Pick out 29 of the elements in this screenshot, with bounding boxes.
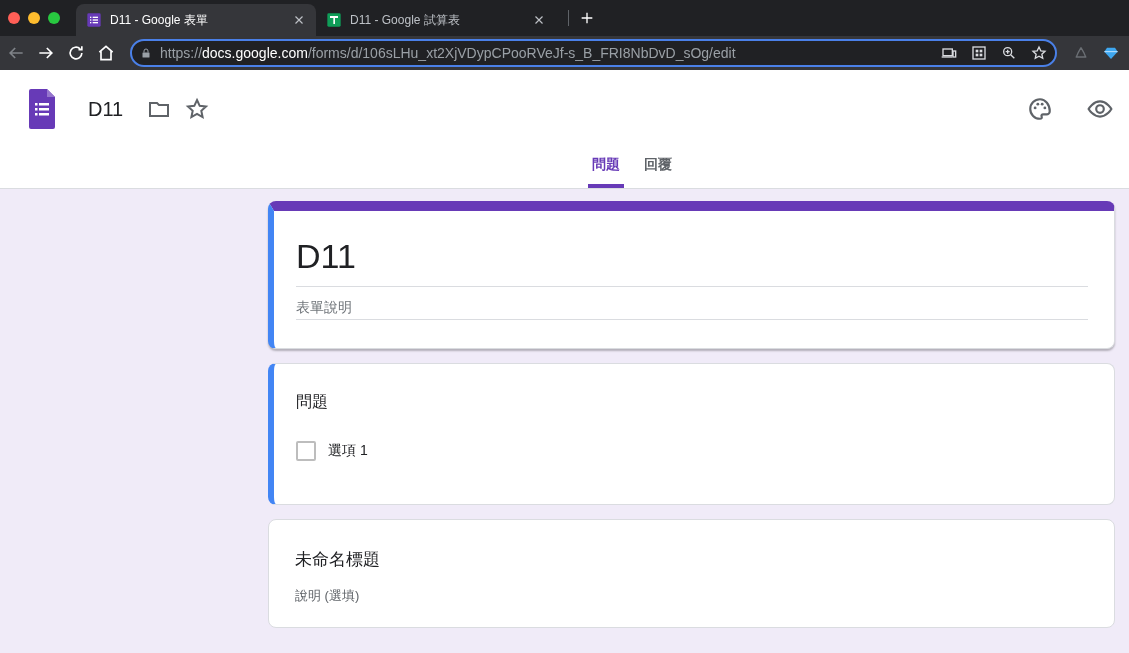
question-card[interactable]: 問題 選項 1: [268, 363, 1115, 505]
browser-tab[interactable]: D11 - Google 試算表: [316, 4, 556, 36]
question-title[interactable]: 問題: [296, 392, 1088, 413]
forms-icon: [86, 12, 102, 28]
bookmark-star-icon[interactable]: [1031, 45, 1047, 61]
section-description[interactable]: 說明 (選填): [295, 587, 1088, 605]
document-title[interactable]: D11: [88, 97, 124, 121]
section-title[interactable]: 未命名標題: [295, 548, 1088, 571]
home-icon[interactable]: [96, 43, 116, 63]
cast-icon[interactable]: [941, 45, 957, 61]
reload-icon[interactable]: [66, 43, 86, 63]
new-tab-icon[interactable]: [579, 10, 595, 26]
lock-icon: [140, 47, 152, 59]
zoom-icon[interactable]: [1001, 45, 1017, 61]
maximize-window-button[interactable]: [48, 12, 60, 24]
option-label[interactable]: 選項 1: [328, 442, 368, 460]
gem-icon[interactable]: [1103, 45, 1119, 61]
minimize-window-button[interactable]: [28, 12, 40, 24]
close-window-button[interactable]: [8, 12, 20, 24]
spreadsheet-icon: [326, 12, 342, 28]
checkbox[interactable]: [296, 441, 316, 461]
address-bar[interactable]: https://docs.google.com/forms/d/106sLHu_xt2XjVDypCPooRVeJf-s_B_FRI8NbDvD_sOg/edit: [130, 39, 1057, 67]
form-tab[interactable]: 回覆: [640, 148, 676, 188]
form-tab[interactable]: 問題: [588, 148, 624, 188]
star-icon[interactable]: [185, 97, 210, 121]
qr-code-icon[interactable]: [971, 45, 987, 61]
browser-tab[interactable]: D11 - Google 表單: [76, 4, 316, 36]
section-card[interactable]: 未命名標題 說明 (選填): [268, 519, 1115, 628]
palette-icon[interactable]: [1027, 96, 1053, 122]
